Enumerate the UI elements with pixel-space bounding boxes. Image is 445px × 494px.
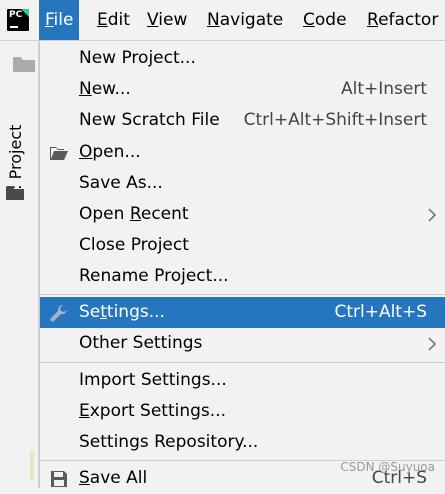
menu-item-close-project[interactable]: Close Project: [40, 230, 445, 261]
menu-edit[interactable]: Edit: [91, 0, 136, 40]
project-folder-icon: [6, 186, 24, 200]
menu-file[interactable]: File: [39, 0, 80, 40]
menu-item-open-recent[interactable]: Open Recent: [40, 199, 445, 230]
menu-view[interactable]: View: [141, 0, 193, 40]
menu-item-new-scratch-file[interactable]: New Scratch File Ctrl+Alt+Shift+Insert: [40, 105, 445, 136]
menu-separator: [40, 362, 445, 363]
menu-item-settings-repository[interactable]: Settings Repository...: [40, 427, 445, 458]
menu-separator: [40, 294, 445, 295]
menu-code[interactable]: Code: [297, 0, 353, 40]
chevron-right-icon: [428, 337, 437, 351]
menu-item-settings[interactable]: Settings... Ctrl+Alt+S: [40, 297, 445, 328]
watermark: CSDN @Suyuoa: [340, 460, 435, 474]
wrench-icon: [50, 305, 67, 322]
shortcut-new: Alt+Insert: [340, 79, 427, 99]
menu-item-rename-project[interactable]: Rename Project...: [40, 261, 445, 292]
menu-item-new[interactable]: New... Alt+Insert: [40, 74, 445, 105]
file-menu-dropdown: New Project... New... Alt+Insert New Scr…: [39, 41, 445, 488]
menu-item-open[interactable]: Open...: [40, 137, 445, 168]
chevron-right-icon: [428, 208, 437, 222]
folder-icon[interactable]: [13, 56, 35, 72]
shortcut-new-scratch-file: Ctrl+Alt+Shift+Insert: [243, 110, 427, 130]
menu-item-export-settings[interactable]: Export Settings...: [40, 396, 445, 427]
menu-item-save-as[interactable]: Save As...: [40, 168, 445, 199]
shortcut-settings: Ctrl+Alt+S: [334, 302, 427, 322]
menu-bar: PC File Edit View Navigate Code Refactor: [0, 0, 445, 41]
pycharm-logo-icon: PC: [7, 9, 29, 31]
left-accent: [30, 450, 34, 480]
menu-navigate[interactable]: Navigate: [201, 0, 289, 40]
menu-refactor[interactable]: Refactor: [361, 0, 444, 40]
menu-item-other-settings[interactable]: Other Settings: [40, 328, 445, 359]
menu-item-new-project[interactable]: New Project...: [40, 43, 445, 74]
logo-text: PC: [9, 10, 23, 20]
open-folder-icon: [50, 147, 68, 160]
menu-item-import-settings[interactable]: Import Settings...: [40, 365, 445, 396]
floppy-disk-icon: [51, 471, 67, 487]
